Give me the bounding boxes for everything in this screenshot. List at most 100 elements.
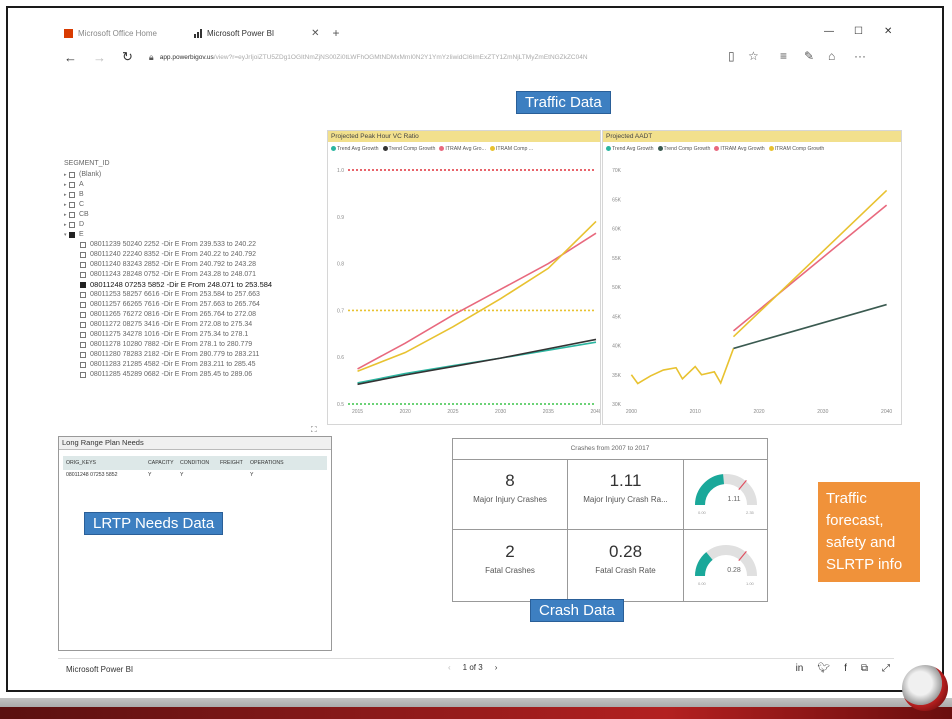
y-tick-label: 0.6	[337, 355, 344, 361]
slicer-item[interactable]: 08011265 76272 0816 -Dir E From 265.764 …	[64, 310, 324, 320]
linkedin-icon[interactable]: in	[796, 663, 804, 674]
prev-page-icon[interactable]: ‹	[448, 663, 451, 672]
checkbox[interactable]	[69, 212, 75, 218]
checkbox[interactable]	[80, 312, 86, 318]
tab-power-bi[interactable]: Microsoft Power BI ✕ +	[194, 24, 340, 42]
fullscreen-icon[interactable]: ⤢	[882, 663, 890, 674]
slicer-group-label: A	[79, 181, 84, 188]
slicer-item[interactable]: 08011240 22240 8352 -Dir E From 240.22 t…	[64, 250, 324, 260]
checkbox[interactable]	[80, 322, 86, 328]
twitter-icon[interactable]: 🐦︎	[817, 663, 830, 674]
slicer-item[interactable]: 08011278 10280 7882 -Dir E From 278.1 to…	[64, 340, 324, 350]
url-field[interactable]: app.powerbigov.us/view?r=eyJrIjoiZTU5ZDg…	[160, 54, 760, 61]
checkbox[interactable]	[80, 352, 86, 358]
y-tick-label: 70K	[612, 168, 622, 174]
vc-ratio-plot: 0.5 0.6 0.7 0.8 0.9 1.0 2015 2020 2025 2030 2035 20…	[337, 168, 602, 415]
checkbox[interactable]	[69, 232, 75, 238]
legend-item[interactable]: ITRAM Comp ...	[489, 146, 534, 152]
slicer-group[interactable]: ▸ CB	[64, 210, 324, 220]
checkbox[interactable]	[80, 362, 86, 368]
slicer-item[interactable]: 08011283 21285 4582 -Dir E From 283.211 …	[64, 360, 324, 370]
web-note-icon[interactable]: ✎	[804, 49, 814, 63]
y-tick-label: 0.5	[337, 402, 344, 408]
callout-line: safety and	[826, 534, 896, 551]
column-header[interactable]: FREIGHT	[220, 460, 250, 466]
slicer-item[interactable]: 08011253 58257 6616 -Dir E From 253.584 …	[64, 290, 324, 300]
checkbox[interactable]	[69, 182, 75, 188]
fatal-rate-gauge: 0.28 0.00 1.00	[684, 530, 768, 602]
checkbox[interactable]	[80, 302, 86, 308]
forward-icon[interactable]: →	[93, 50, 106, 65]
reading-view-icon[interactable]: ▯	[728, 49, 735, 63]
more-icon[interactable]: ···	[854, 49, 866, 63]
next-page-icon[interactable]: ›	[495, 663, 498, 672]
favorite-star-icon[interactable]: ☆	[748, 49, 759, 63]
checkbox[interactable]	[80, 372, 86, 378]
legend-item[interactable]: Trend Comp Growth	[382, 146, 435, 152]
series-line	[732, 189, 888, 338]
window-close-icon[interactable]: ✕	[884, 26, 892, 37]
legend-item[interactable]: ITRAM Avg Gro...	[439, 146, 486, 152]
slicer-item[interactable]: 08011243 28248 0752 -Dir E From 243.28 t…	[64, 270, 324, 280]
back-icon[interactable]: ←	[64, 50, 77, 65]
slicer-item[interactable]: 08011275 34278 1016 -Dir E From 275.34 t…	[64, 330, 324, 340]
x-tick-label: 2030	[817, 409, 828, 415]
slicer-group[interactable]: ▸ A	[64, 180, 324, 190]
checkbox[interactable]	[80, 292, 86, 298]
slicer-group[interactable]: ▸ (Blank)	[64, 170, 324, 180]
facebook-icon[interactable]: f	[844, 663, 847, 674]
presentation-logo	[902, 665, 948, 711]
checkbox[interactable]	[80, 282, 86, 288]
table-cell: 08011248 07253 5852	[66, 472, 118, 478]
legend-item[interactable]: Trend Avg Growth	[331, 146, 379, 152]
hub-icon[interactable]: ≡	[780, 49, 787, 63]
checkbox[interactable]	[80, 272, 86, 278]
share-icon[interactable]: ⌂	[828, 49, 835, 63]
legend-item[interactable]: ITRAM Comp Growth	[768, 146, 824, 152]
aadt-chart: Projected AADT Trend Avg Growth Trend Com…	[602, 130, 902, 425]
column-header[interactable]: CAPACITY	[148, 460, 180, 466]
checkbox[interactable]	[80, 342, 86, 348]
legend-item[interactable]: ITRAM Avg Growth	[714, 146, 765, 152]
refresh-icon[interactable]: ↻	[122, 49, 133, 65]
new-tab-icon[interactable]: +	[333, 26, 340, 40]
minimize-icon[interactable]: —	[824, 26, 834, 37]
focus-mode-icon[interactable]: ⛶	[311, 425, 317, 435]
legend-item[interactable]: Trend Comp Growth	[657, 146, 710, 152]
report-statusbar: Microsoft Power BI ‹ 1 of 3 › in 🐦︎ f ⧉ …	[58, 658, 894, 681]
checkbox[interactable]	[69, 222, 75, 228]
slicer-group[interactable]: ▸ C	[64, 200, 324, 210]
embed-icon[interactable]: ⧉	[861, 663, 868, 674]
slicer-group[interactable]: ▸ B	[64, 190, 324, 200]
slicer-item[interactable]: 08011280 78283 2182 -Dir E From 280.779 …	[64, 350, 324, 360]
column-header[interactable]: ORIG_KEYS	[63, 460, 148, 466]
slide-bottom-stripe	[0, 707, 952, 719]
legend-label: ITRAM Comp ...	[495, 146, 534, 152]
legend-label: ITRAM Avg Gro...	[445, 146, 486, 152]
slicer-item[interactable]: 08011285 45289 0682 -Dir E From 285.45 t…	[64, 370, 324, 380]
segment-slicer: SEGMENT_ID ▸ (Blank) ▸ A ▸ B ▸ C ▸ CB ▸ D ▾ E 08011239…	[64, 160, 324, 430]
checkbox[interactable]	[69, 192, 75, 198]
legend-label: ITRAM Avg Growth	[720, 146, 765, 152]
checkbox[interactable]	[80, 252, 86, 258]
maximize-icon[interactable]: ☐	[854, 26, 863, 37]
column-header[interactable]: CONDITION	[180, 460, 220, 466]
slicer-item[interactable]: 08011239 50240 2252 -Dir E From 239.533 …	[64, 240, 324, 250]
brand-label: Microsoft Power BI	[66, 665, 134, 674]
legend-item[interactable]: Trend Avg Growth	[606, 146, 654, 152]
callout-line: Traffic	[826, 490, 867, 507]
slicer-group[interactable]: ▸ D	[64, 220, 324, 230]
slicer-group[interactable]: ▾ E	[64, 230, 324, 240]
slicer-item[interactable]: 08011248 07253 5852 -Dir E From 248.071 …	[64, 280, 324, 290]
checkbox[interactable]	[69, 202, 75, 208]
checkbox[interactable]	[80, 262, 86, 268]
checkbox[interactable]	[80, 242, 86, 248]
column-header[interactable]: OPERATIONS	[250, 460, 290, 466]
close-tab-icon[interactable]: ✕	[311, 28, 319, 39]
checkbox[interactable]	[80, 332, 86, 338]
slicer-item[interactable]: 08011272 08275 3416 -Dir E From 272.08 t…	[64, 320, 324, 330]
checkbox[interactable]	[69, 172, 75, 178]
tab-office-home[interactable]: Microsoft Office Home	[64, 24, 157, 42]
slicer-item[interactable]: 08011257 66265 7616 -Dir E From 257.663 …	[64, 300, 324, 310]
slicer-item[interactable]: 08011240 83243 2852 -Dir E From 240.792 …	[64, 260, 324, 270]
